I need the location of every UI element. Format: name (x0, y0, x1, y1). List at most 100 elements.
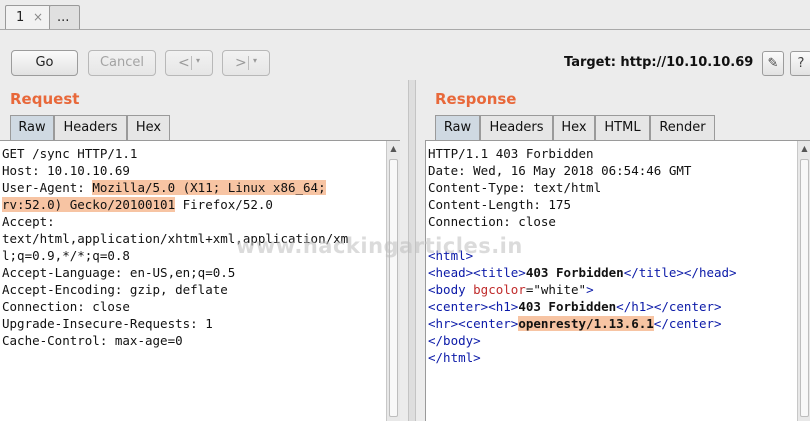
code-line: </body> (428, 332, 737, 349)
code-line: Date: Wed, 16 May 2018 06:54:46 GMT (428, 162, 737, 179)
code-token: HTTP/1.1 403 Forbidden (428, 146, 594, 161)
code-token: Host: 10.10.10.69 (2, 163, 130, 178)
tab-label: ... (57, 10, 70, 25)
code-token: Content-Type: text/html (428, 180, 602, 195)
scroll-up-arrow-icon[interactable]: ▲ (798, 141, 810, 157)
request-tab-headers[interactable]: Headers (54, 115, 127, 140)
edit-target-button[interactable]: ✎ (762, 51, 784, 76)
code-token: Accept: (2, 214, 55, 229)
chevron-down-icon: ▾ (253, 56, 258, 65)
cancel-button[interactable]: Cancel (88, 50, 156, 76)
code-line: Accept-Encoding: gzip, deflate (2, 281, 348, 298)
code-token: </html> (428, 350, 481, 365)
code-token: Date: Wed, 16 May 2018 06:54:46 GMT (428, 163, 692, 178)
code-token: Firefox/52.0 (175, 197, 273, 212)
code-line: rv:52.0) Gecko/20100101 Firefox/52.0 (2, 196, 348, 213)
forward-button[interactable]: > ▾ (222, 50, 270, 76)
code-line: Host: 10.10.10.69 (2, 162, 348, 179)
response-tab-raw[interactable]: Raw (435, 115, 480, 140)
new-tab-button[interactable]: ... (49, 5, 80, 30)
button-separator (248, 56, 249, 70)
response-editor[interactable]: HTTP/1.1 403 Forbidden Date: Wed, 16 May … (425, 141, 797, 421)
code-token: Connection: close (2, 299, 130, 314)
code-token: openresty/1.13.6.1 (518, 316, 654, 331)
request-editor[interactable]: GET /sync HTTP/1.1 Host: 10.10.10.69 User-… (0, 141, 386, 421)
code-token: </head> (683, 265, 737, 280)
target-label: Target: http://10.10.10.69 (564, 55, 754, 70)
code-line: <hr><center>openresty/1.13.6.1</center> (428, 315, 737, 332)
button-separator (191, 56, 192, 70)
response-tab-html[interactable]: HTML (595, 115, 650, 140)
code-line: GET /sync HTTP/1.1 (2, 145, 348, 162)
code-line: Upgrade-Insecure-Requests: 1 (2, 315, 348, 332)
request-title: Request (10, 90, 80, 108)
go-button[interactable]: Go (11, 50, 78, 76)
repeater-tab-strip: 1 × ... (0, 0, 810, 30)
code-token: Connection: close (428, 214, 556, 229)
code-token: </h1> (616, 299, 654, 314)
code-line: Content-Length: 175 (428, 196, 737, 213)
code-token: <center> (458, 316, 519, 331)
response-title: Response (435, 90, 517, 108)
request-tab-raw[interactable]: Raw (10, 115, 54, 140)
code-token: l;q=0.9,*/*;q=0.8 (2, 248, 130, 263)
code-token: </title> (623, 265, 684, 280)
code-line: <body bgcolor="white"> (428, 281, 737, 298)
code-token: User-Agent: (2, 180, 93, 195)
code-line: Connection: close (2, 298, 348, 315)
code-token: <hr> (428, 316, 459, 331)
code-line: </html> (428, 349, 737, 366)
back-button[interactable]: < ▾ (165, 50, 213, 76)
code-line: HTTP/1.1 403 Forbidden (428, 145, 737, 162)
code-token: ="white" (525, 282, 587, 297)
help-icon: ? (797, 56, 805, 71)
code-line: Accept: (2, 213, 348, 230)
chevron-left-icon: < (178, 55, 190, 71)
code-token: 403 Forbidden (518, 299, 617, 314)
close-icon[interactable]: × (33, 10, 43, 24)
code-token: Cache-Control: max-age=0 (2, 333, 183, 348)
code-token: Upgrade-Insecure-Requests: 1 (2, 316, 213, 331)
code-line: <center><h1>403 Forbidden</h1></center> (428, 298, 737, 315)
code-token: <title> (473, 265, 526, 280)
code-token: </center> (653, 299, 722, 314)
pencil-icon: ✎ (767, 56, 779, 71)
code-token: Accept-Language: en-US,en;q=0.5 (2, 265, 236, 280)
chevron-right-icon: > (235, 55, 247, 71)
scroll-up-arrow-icon[interactable]: ▲ (387, 141, 400, 157)
scrollbar-thumb[interactable] (800, 159, 809, 417)
watermark: www.hackingarticles.in (236, 234, 523, 258)
chevron-down-icon: ▾ (196, 56, 201, 65)
code-token: </center> (653, 316, 722, 331)
code-line: Connection: close (428, 213, 737, 230)
code-token: 403 Forbidden (525, 265, 624, 280)
code-line: Accept-Language: en-US,en;q=0.5 (2, 264, 348, 281)
response-tab-hex[interactable]: Hex (553, 115, 595, 140)
code-line: User-Agent: Mozilla/5.0 (X11; Linux x86_… (2, 179, 348, 196)
code-token: <h1> (488, 299, 519, 314)
code-token: Accept-Encoding: gzip, deflate (2, 282, 228, 297)
code-token: <head> (428, 265, 474, 280)
code-line: Content-Type: text/html (428, 179, 737, 196)
code-token: Content-Length: 175 (428, 197, 571, 212)
request-scrollbar[interactable]: ▲ (386, 141, 400, 421)
scrollbar-thumb[interactable] (389, 159, 398, 417)
code-token: > (586, 282, 594, 297)
tab-label: 1 (16, 10, 25, 25)
response-tab-headers[interactable]: Headers (480, 115, 553, 140)
tab-strip-border (0, 29, 810, 30)
code-line: <head><title>403 Forbidden</title></head… (428, 264, 737, 281)
response-tab-render[interactable]: Render (650, 115, 715, 140)
code-token: <center> (428, 299, 489, 314)
request-tab-hex[interactable]: Hex (127, 115, 170, 140)
code-token: rv:52.0) Gecko/20100101 (2, 197, 176, 212)
code-line: Cache-Control: max-age=0 (2, 332, 348, 349)
code-token: Mozilla/5.0 (X11; Linux x86_64; (92, 180, 326, 195)
code-token: <body (428, 282, 474, 297)
repeater-tab-1[interactable]: 1 × (5, 5, 51, 30)
help-button[interactable]: ? (790, 51, 810, 76)
code-token: bgcolor (473, 282, 526, 297)
code-token: GET /sync HTTP/1.1 (2, 146, 138, 161)
response-scrollbar[interactable]: ▲ (797, 141, 810, 421)
code-token: </body> (428, 333, 481, 348)
